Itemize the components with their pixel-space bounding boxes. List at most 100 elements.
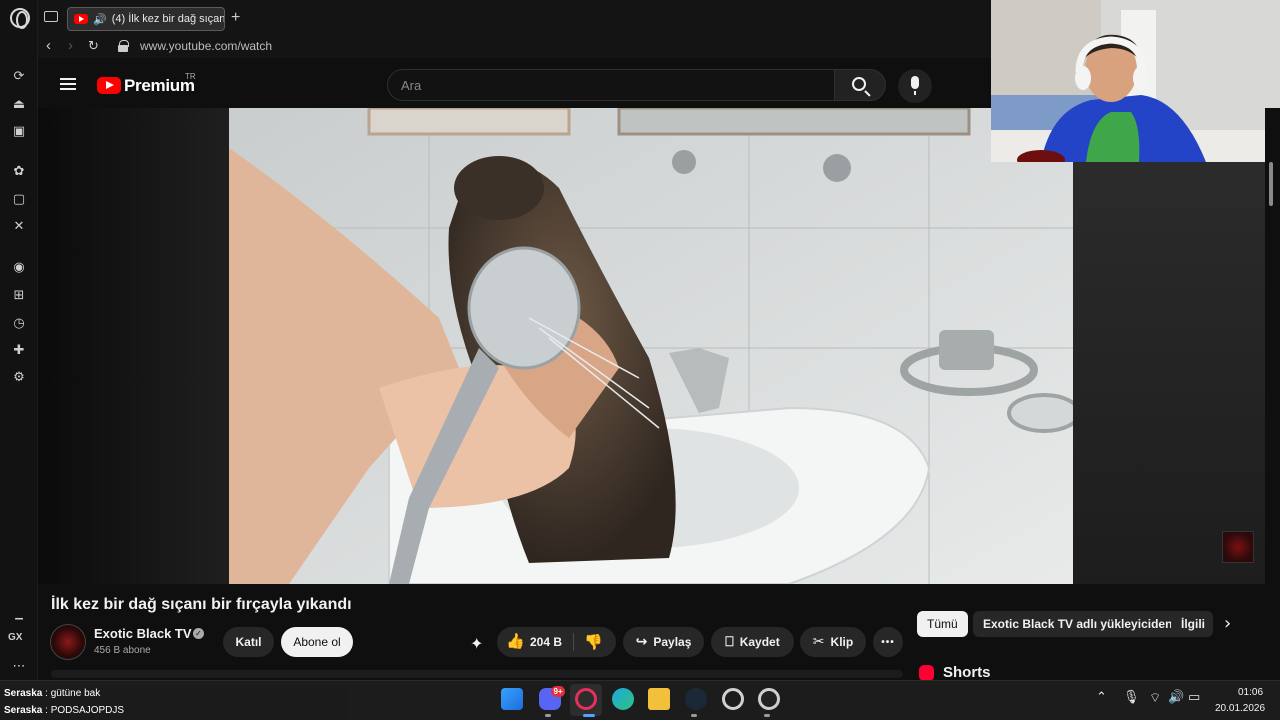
- clock-time[interactable]: 01:06: [1238, 687, 1263, 698]
- description-box-edge: [51, 670, 903, 678]
- player-side-panel: [1073, 160, 1265, 584]
- like-icon[interactable]: 👍: [506, 632, 525, 650]
- chatgpt-icon[interactable]: ✿: [9, 161, 29, 181]
- like-dislike-group: 👍 204 B 👎: [497, 627, 616, 657]
- x-icon[interactable]: ✕: [9, 216, 29, 236]
- shorts-icon: [919, 665, 934, 681]
- tab-bar: 🔊 (4) İlk kez bir dağ sıçanı bir fırçayl…: [38, 0, 991, 36]
- dislike-icon[interactable]: 👎: [584, 633, 603, 651]
- scrollbar-thumb[interactable]: [1269, 162, 1273, 206]
- tray-expand-icon[interactable]: ⌃: [1096, 690, 1107, 705]
- share-button[interactable]: ↪ Paylaş: [623, 627, 704, 657]
- twitch-icon[interactable]: ▢: [9, 189, 29, 209]
- chip-related[interactable]: İlgili: [1171, 611, 1213, 637]
- more-icon[interactable]: ⋯: [9, 656, 29, 676]
- settings-gear-icon[interactable]: [722, 688, 744, 710]
- bookmark-icon: ⎕: [725, 634, 734, 650]
- wifi-icon[interactable]: ⌔: [1149, 690, 1161, 706]
- sidebar-divider-icon: ▁: [15, 608, 23, 620]
- opera-running-indicator: [583, 714, 595, 717]
- video-title: İlk kez bir dağ sıçanı bir fırçayla yıka…: [51, 596, 352, 613]
- reload-icon[interactable]: ↻: [88, 38, 99, 54]
- share-icon: ↪: [635, 634, 648, 650]
- voice-search-button[interactable]: [898, 69, 932, 103]
- more-actions-button[interactable]: •••: [873, 627, 903, 657]
- address-bar: ‹ › ↻ www.youtube.com/watch: [38, 36, 991, 58]
- active-tab[interactable]: 🔊 (4) İlk kez bir dağ sıçanı bir fırçayl…: [67, 7, 225, 31]
- video-frame: [229, 108, 1073, 584]
- chat-message: gütüne bak: [50, 688, 101, 699]
- save-button[interactable]: ⎕ Kaydet: [711, 627, 794, 657]
- back-icon[interactable]: ‹: [46, 37, 51, 54]
- clip-label: Klip: [830, 635, 854, 649]
- file-explorer-icon[interactable]: [648, 688, 670, 710]
- speed-dial-icon[interactable]: ⟳: [9, 66, 29, 86]
- join-button[interactable]: Katıl: [223, 627, 274, 657]
- chat-user: Seraska: [4, 688, 43, 699]
- gx-corner-icon[interactable]: ⏏: [9, 94, 29, 114]
- new-tab-icon[interactable]: +: [231, 9, 240, 27]
- steam-icon[interactable]: [685, 688, 707, 710]
- music-player-icon[interactable]: ▣: [9, 121, 29, 141]
- channel-name[interactable]: Exotic Black TV: [94, 626, 192, 641]
- save-label: Kaydet: [739, 635, 780, 649]
- obs-running-indicator: [764, 714, 770, 717]
- steam-running-indicator: [691, 714, 697, 717]
- search-button[interactable]: [834, 69, 886, 101]
- history-icon[interactable]: ◷: [9, 313, 29, 333]
- verified-icon: ✓: [193, 628, 204, 639]
- channel-watermark-icon[interactable]: [1222, 531, 1254, 563]
- subscribe-button[interactable]: Abone ol: [281, 627, 353, 657]
- screen: ⟳ ⏏ ▣ ✿ ▢ ✕ ◉ ⊞ ◷ ✚ ⚙ ▁ GX ⋯ 🔊 (4) İlk k…: [0, 0, 1280, 720]
- forward-icon[interactable]: ›: [68, 37, 73, 54]
- gx-label: GX: [8, 632, 23, 643]
- battery-icon[interactable]: ▭: [1188, 690, 1200, 705]
- tab-strip-icon[interactable]: [44, 11, 58, 22]
- chip-all[interactable]: Tümü: [917, 611, 968, 637]
- microphone-icon: [911, 76, 919, 95]
- edge-icon[interactable]: [612, 688, 634, 710]
- url-field[interactable]: www.youtube.com/watch: [140, 39, 272, 53]
- video-player[interactable]: [229, 108, 1073, 584]
- windows-start-icon[interactable]: [501, 688, 523, 710]
- settings-icon[interactable]: ⚙: [9, 367, 29, 387]
- search-placeholder: Ara: [401, 78, 422, 93]
- audio-playing-icon[interactable]: 🔊: [93, 13, 107, 26]
- search-input[interactable]: Ara: [387, 69, 835, 101]
- discord-notification-badge: 9+: [551, 686, 565, 697]
- stream-chat: Seraska : gütüne bak Seraska : PODSAJOPD…: [0, 686, 348, 720]
- menu-icon[interactable]: [60, 78, 76, 90]
- puzzle-icon[interactable]: ✚: [9, 340, 29, 360]
- volume-icon[interactable]: 🔊: [1168, 690, 1184, 705]
- streamer-webcam: [991, 0, 1280, 162]
- player-icon[interactable]: ◉: [9, 257, 29, 277]
- shorts-heading: Shorts: [943, 664, 991, 681]
- search-icon: [852, 77, 866, 91]
- chat-message: PODSAJOPDJS: [50, 705, 125, 716]
- chevron-right-icon[interactable]: ›: [1224, 613, 1231, 634]
- channel-avatar[interactable]: [50, 624, 86, 660]
- opera-gx-icon[interactable]: [575, 688, 597, 710]
- opera-gx-logo-icon[interactable]: [10, 8, 30, 29]
- scissors-icon: ✂: [812, 634, 825, 650]
- obs-icon[interactable]: [758, 688, 780, 710]
- tray-microphone-icon[interactable]: 🎙: [1123, 690, 1140, 705]
- extensions-grid-icon[interactable]: ⊞: [9, 285, 29, 305]
- lock-icon[interactable]: [118, 40, 129, 52]
- clip-button[interactable]: ✂ Klip: [800, 627, 866, 657]
- share-label: Paylaş: [653, 635, 692, 649]
- tab-title: (4) İlk kez bir dağ sıçanı bir fırçayla …: [111, 13, 225, 25]
- clock-date[interactable]: 20.01.2026: [1215, 703, 1265, 714]
- chat-user: Seraska: [4, 705, 43, 716]
- webcam-frame: [991, 0, 1280, 162]
- chip-uploader[interactable]: Exotic Black TV adlı yükleyiciden: [973, 611, 1183, 637]
- youtube-favicon-icon: [74, 14, 88, 24]
- browser-sidebar: ⟳ ⏏ ▣ ✿ ▢ ✕ ◉ ⊞ ◷ ✚ ⚙ ▁ GX ⋯: [0, 0, 38, 680]
- youtube-header: Premium TR Ara: [38, 58, 991, 108]
- like-divider: [573, 633, 574, 651]
- discord-running-indicator: [545, 714, 551, 717]
- chat-line: Seraska : gütüne bak: [4, 688, 101, 699]
- youtube-logo-icon[interactable]: [97, 77, 121, 94]
- ask-ai-icon[interactable]: ✦: [470, 634, 483, 653]
- like-count[interactable]: 204 B: [530, 635, 562, 649]
